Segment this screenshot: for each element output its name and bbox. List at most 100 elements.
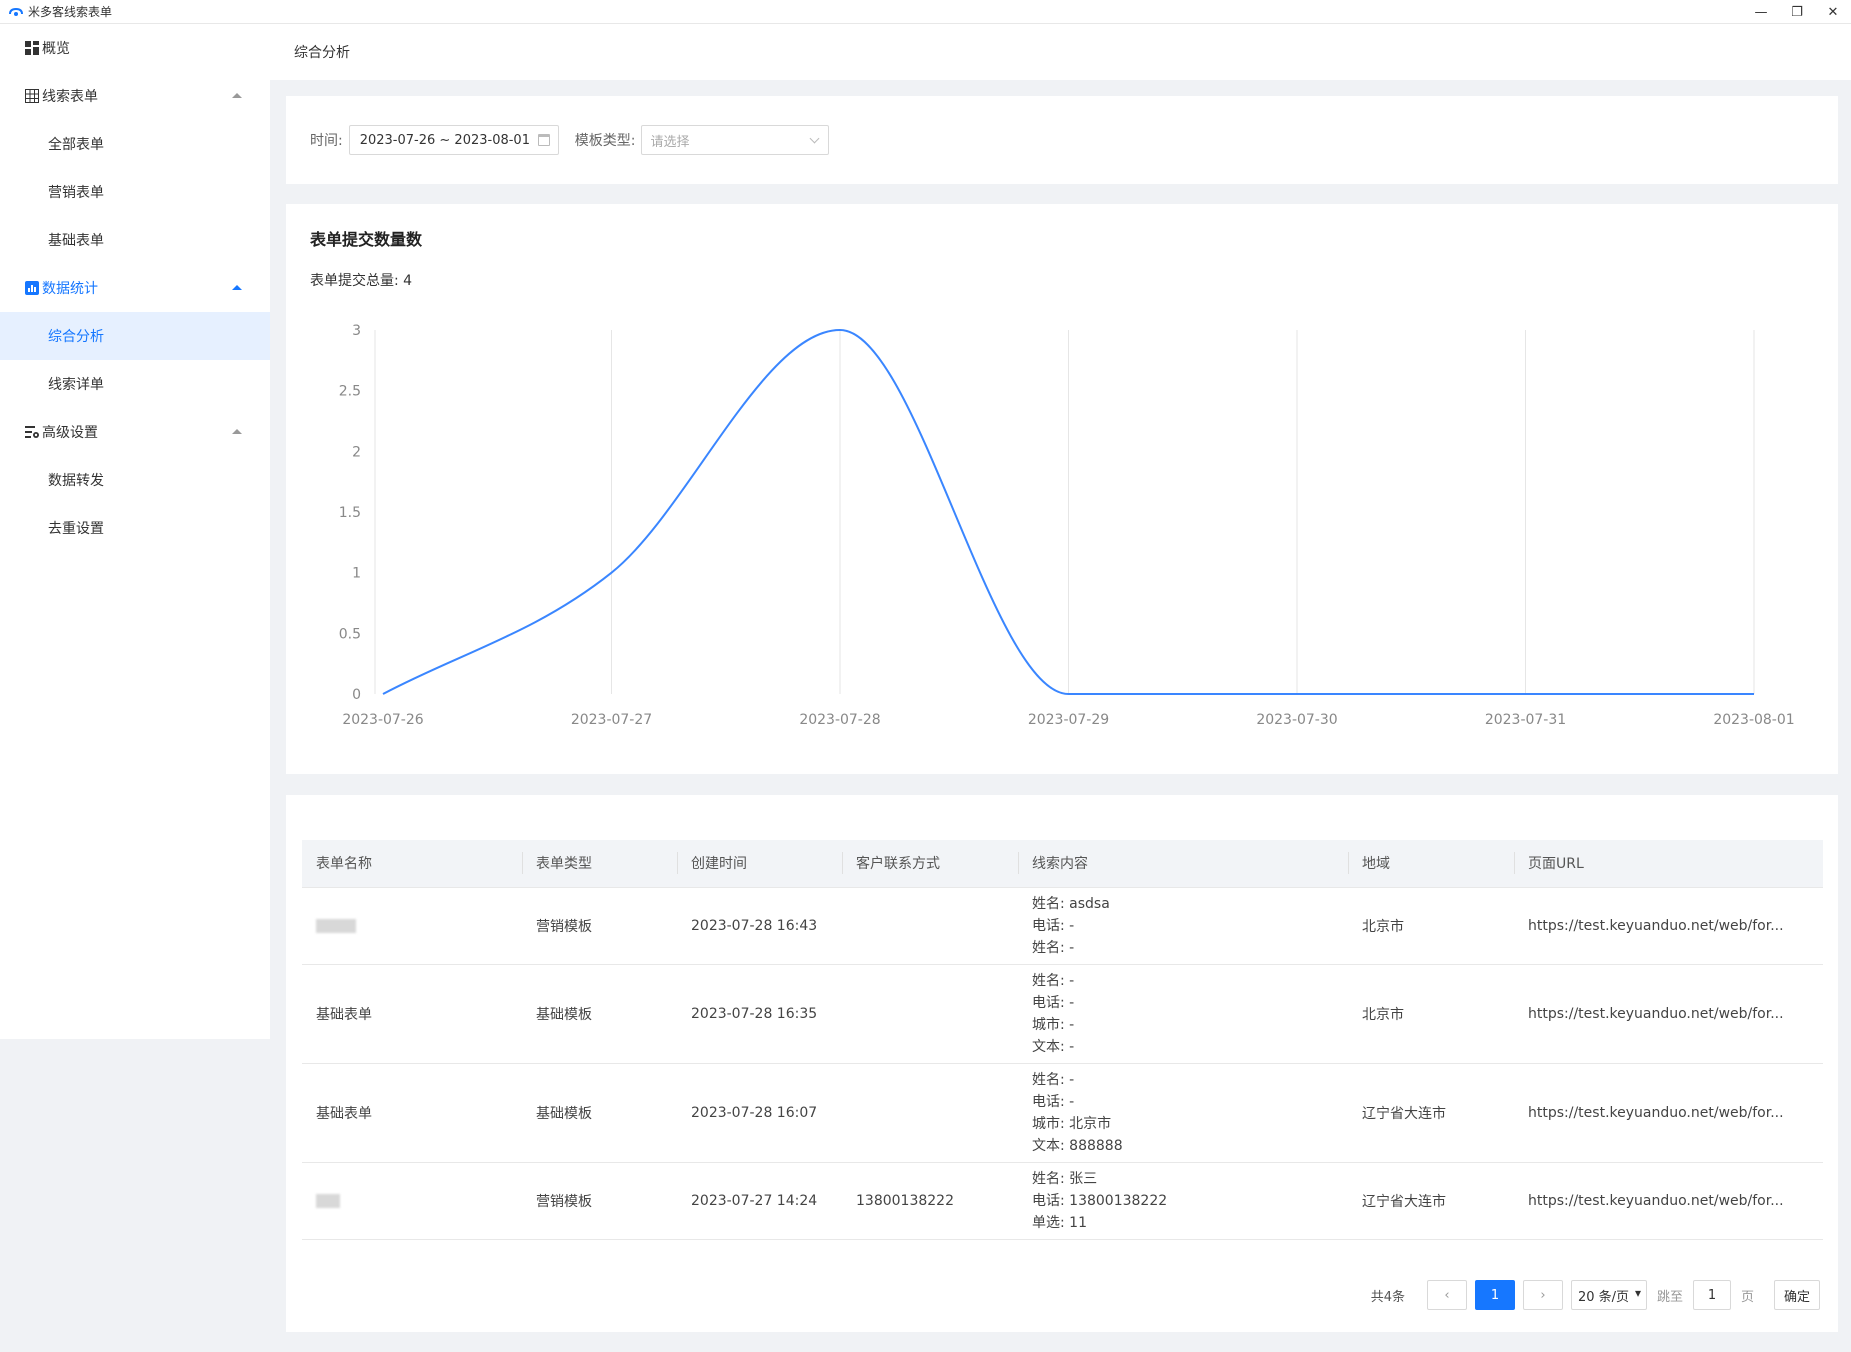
column-header: 表单类型 bbox=[522, 840, 677, 888]
page-url-cell[interactable]: https://test.keyuanduo.net/web/for... bbox=[1514, 964, 1823, 1064]
sidebar-item-overall-analysis[interactable]: 综合分析 bbox=[0, 312, 270, 360]
sidebar-item-lead-forms[interactable]: 线索表单 bbox=[0, 72, 270, 120]
close-button[interactable]: ✕ bbox=[1815, 0, 1851, 24]
pagination: 共4条 ‹ 1 › 20 条/页 跳至 1 页 确定 bbox=[1371, 1280, 1820, 1310]
table-icon bbox=[24, 89, 39, 104]
chevron-up-icon bbox=[232, 285, 242, 290]
y-tick-label: 3 bbox=[352, 323, 361, 339]
chevron-up-icon bbox=[232, 429, 242, 434]
sidebar-item-lead-details[interactable]: 线索详单 bbox=[0, 360, 270, 408]
lead-content-line: 城市: 北京市 bbox=[1032, 1115, 1112, 1132]
jump-page-input[interactable]: 1 bbox=[1692, 1280, 1731, 1310]
page-url-cell[interactable]: https://test.keyuanduo.net/web/for... bbox=[1514, 887, 1823, 965]
template-type-label: 模板类型: bbox=[574, 133, 636, 149]
column-header: 客户联系方式 bbox=[842, 840, 1018, 888]
settings-icon bbox=[24, 425, 39, 440]
sidebar-item-advanced-settings[interactable]: 高级设置 bbox=[0, 408, 270, 456]
lead-content-line: 城市: - bbox=[1032, 1016, 1075, 1033]
window-titlebar: 米多客线索表单 — ❐ ✕ bbox=[0, 0, 1851, 24]
breadcrumb: 综合分析 bbox=[294, 45, 350, 61]
form-type-cell: 基础模板 bbox=[522, 1063, 677, 1163]
sidebar-item-marketing-forms[interactable]: 营销表单 bbox=[0, 168, 270, 216]
pagination-total: 共4条 bbox=[1370, 1289, 1405, 1305]
sidebar-item-basic-forms[interactable]: 基础表单 bbox=[0, 216, 270, 264]
sidebar-item-label: 数据统计 bbox=[42, 281, 98, 297]
region-cell: 北京市 bbox=[1348, 887, 1514, 965]
page-size-select[interactable]: 20 条/页 bbox=[1570, 1280, 1647, 1310]
created-time-cell: 2023-07-28 16:07 bbox=[677, 1063, 842, 1163]
leads-table: 表单名称 表单类型 创建时间 客户联系方式 线索内容 地域 页面URL 营销模板 2023-0… bbox=[302, 840, 1823, 1240]
next-page-button[interactable]: › bbox=[1522, 1280, 1563, 1310]
column-header: 页面URL bbox=[1514, 840, 1823, 888]
lead-content-line: 姓名: asdsa bbox=[1032, 895, 1110, 912]
form-name-cell: 基础表单 bbox=[302, 964, 522, 1064]
x-tick-label: 2023-07-29 bbox=[1028, 712, 1109, 728]
x-tick-label: 2023-07-27 bbox=[571, 712, 652, 728]
lead-content-line: 电话: - bbox=[1032, 917, 1075, 934]
app-logo-icon bbox=[9, 7, 23, 16]
x-tick-label: 2023-07-26 bbox=[342, 712, 423, 728]
table-row[interactable]: 营销模板 2023-07-28 16:43 姓名: asdsa 电话: - 姓名: - 北… bbox=[302, 887, 1823, 965]
form-type-cell: 营销模板 bbox=[522, 887, 677, 965]
window-title: 米多客线索表单 bbox=[28, 5, 113, 19]
template-type-select[interactable]: 请选择 bbox=[641, 125, 830, 155]
column-header: 线索内容 bbox=[1018, 840, 1348, 888]
dashboard-icon bbox=[24, 41, 39, 56]
lead-content-line: 姓名: 张三 bbox=[1032, 1170, 1098, 1187]
table-row[interactable]: 基础表单 基础模板 2023-07-28 16:35 姓名: - 电话: - 城市: - 文… bbox=[302, 964, 1823, 1064]
stats-icon bbox=[24, 281, 39, 296]
lead-content-cell: 姓名: - 电话: - 城市: 北京市 文本: 888888 bbox=[1018, 1063, 1348, 1163]
prev-page-button[interactable]: ‹ bbox=[1426, 1280, 1467, 1310]
calendar-icon bbox=[537, 134, 550, 146]
sidebar-item-all-forms[interactable]: 全部表单 bbox=[0, 120, 270, 168]
form-name-cell: 基础表单 bbox=[302, 1063, 522, 1163]
region-cell: 辽宁省大连市 bbox=[1348, 1162, 1514, 1240]
column-header: 表单名称 bbox=[302, 840, 522, 888]
form-name-cell bbox=[302, 1162, 522, 1240]
y-tick-label: 1 bbox=[352, 566, 361, 582]
contact-cell bbox=[842, 964, 1018, 1064]
confirm-button[interactable]: 确定 bbox=[1774, 1280, 1820, 1310]
time-label: 时间: bbox=[310, 133, 343, 149]
sidebar-item-data-forwarding[interactable]: 数据转发 bbox=[0, 456, 270, 504]
minimize-button[interactable]: — bbox=[1743, 0, 1779, 24]
page-url-cell[interactable]: https://test.keyuanduo.net/web/for... bbox=[1514, 1063, 1823, 1163]
created-time-cell: 2023-07-28 16:35 bbox=[677, 964, 842, 1064]
lead-content-line: 单选: 11 bbox=[1032, 1214, 1087, 1231]
contact-cell bbox=[842, 1063, 1018, 1163]
lead-content-cell: 姓名: 张三电话: 13800138222 单选: 11 bbox=[1018, 1162, 1348, 1240]
date-range-picker[interactable]: 2023-07-26 ~ 2023-08-01 bbox=[348, 125, 559, 155]
table-row[interactable]: 基础表单 基础模板 2023-07-28 16:07 姓名: - 电话: - 城市: 北京… bbox=[302, 1063, 1823, 1163]
column-header: 地域 bbox=[1348, 840, 1514, 888]
sidebar-item-dedup-settings[interactable]: 去重设置 bbox=[0, 504, 270, 552]
page-unit-label: 页 bbox=[1740, 1289, 1754, 1305]
y-tick-label: 2 bbox=[352, 444, 361, 460]
sidebar-item-overview[interactable]: 概览 bbox=[0, 24, 270, 72]
date-range-value: 2023-07-26 ~ 2023-08-01 bbox=[359, 132, 530, 148]
table-row[interactable]: 营销模板 2023-07-27 14:24 13800138222 姓名: 张三 电话:… bbox=[302, 1162, 1823, 1240]
restore-button[interactable]: ❐ bbox=[1779, 0, 1815, 24]
y-tick-label: 0.5 bbox=[339, 626, 361, 642]
form-type-cell: 营销模板 bbox=[522, 1162, 677, 1240]
y-tick-label: 2.5 bbox=[339, 384, 361, 400]
lead-content-line: 电话: 13800138222 bbox=[1032, 1192, 1168, 1209]
sidebar: 概览 线索表单 全部表单 营销表单 基础表单 数据统计 综合分析 线索详单 高级… bbox=[0, 24, 270, 1039]
x-tick-label: 2023-08-01 bbox=[1713, 712, 1794, 728]
created-time-cell: 2023-07-27 14:24 bbox=[677, 1162, 842, 1240]
total-value: 4 bbox=[403, 273, 413, 289]
sidebar-item-data-stats[interactable]: 数据统计 bbox=[0, 264, 270, 312]
region-cell: 北京市 bbox=[1348, 964, 1514, 1064]
y-tick-label: 0 bbox=[352, 687, 361, 703]
lead-content-line: 电话: - bbox=[1032, 1093, 1075, 1110]
contact-cell: 13800138222 bbox=[842, 1162, 1018, 1240]
chevron-up-icon bbox=[232, 93, 242, 98]
page-header: 综合分析 bbox=[270, 24, 1851, 80]
redacted-name bbox=[316, 918, 356, 933]
page-button-current[interactable]: 1 bbox=[1474, 1280, 1515, 1310]
sidebar-item-label: 高级设置 bbox=[42, 425, 98, 441]
page-url-cell[interactable]: https://test.keyuanduo.net/web/for... bbox=[1514, 1162, 1823, 1240]
x-tick-label: 2023-07-30 bbox=[1256, 712, 1337, 728]
lead-content-cell: 姓名: asdsa 电话: - 姓名: - bbox=[1018, 887, 1348, 965]
sidebar-item-label: 概览 bbox=[42, 41, 70, 57]
chart-card: 表单提交数量数 表单提交总量: 4 0 0.5 1 1.5 2 2.5 3 2023-07-2… bbox=[286, 204, 1838, 774]
